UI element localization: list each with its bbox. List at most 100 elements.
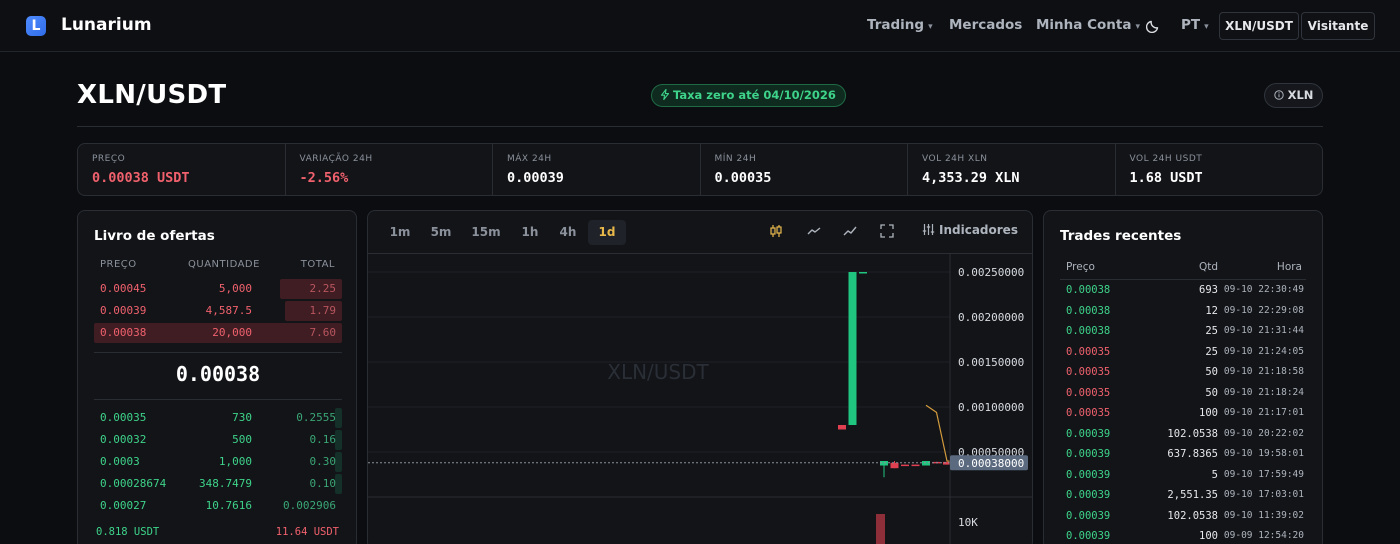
trade-qty: 12 — [1205, 304, 1218, 317]
trade-price: 0.00035 — [1066, 407, 1111, 419]
timeframe-4h[interactable]: 4h — [550, 220, 586, 245]
trade-time: 09-10 21:17:01 — [1223, 407, 1304, 418]
orderbook-row-bid[interactable]: 0.00035 730 0.2555 — [94, 408, 342, 428]
orderbook-qty: 10.7616 — [205, 499, 252, 512]
trade-price: 0.00035 — [1066, 345, 1111, 358]
price-chart[interactable]: XLN/USDT 0.002500000.002000000.001500000… — [368, 254, 1032, 544]
chart-panel: 1m 5m 15m 1h 4h 1d Indicadores XLN/USDT — [367, 210, 1033, 544]
trade-time: 09-10 21:18:58 — [1223, 366, 1304, 377]
timeframe-1d[interactable]: 1d — [588, 220, 626, 245]
orderbook-total: 7.60 — [309, 326, 337, 339]
orderbook-price: 0.00027 — [100, 499, 147, 512]
orderbook-total: 0.002906 — [283, 499, 336, 512]
orderbook-bid-total: 0.818 USDT — [96, 526, 160, 538]
candle-body — [901, 464, 909, 467]
line-chart-icon[interactable] — [806, 223, 822, 239]
candle-body — [859, 272, 867, 274]
chart-canvas[interactable]: XLN/USDT 0.00250000 0.00200000 0.00150000 0… — [368, 253, 1032, 544]
chevron-down-icon: ▾ — [1204, 22, 1209, 32]
trade-row: 0.00038 25 09-10 21:31:44 — [1060, 322, 1306, 342]
orderbook-row-bid[interactable]: 0.00028674 348.7479 0.10 — [94, 474, 342, 494]
timeframe-1m[interactable]: 1m — [382, 220, 418, 245]
orderbook-divider — [94, 399, 342, 400]
orderbook-divider — [94, 352, 342, 353]
asset-info-label: XLN — [1287, 88, 1314, 102]
trade-price: 0.00039 — [1066, 530, 1111, 542]
orderbook-total: 0.30 — [309, 455, 337, 468]
current-price-tag-label: 0.00038000 — [958, 457, 1024, 470]
trade-qty: 50 — [1205, 386, 1218, 399]
price-axis-tick: 0.00100000 — [958, 401, 1024, 414]
timeframe-15m[interactable]: 15m — [464, 220, 508, 245]
orderbook-row-bid[interactable]: 0.00027 10.7616 0.002906 — [94, 496, 342, 516]
stat-value: 1.68 USDT — [1129, 170, 1203, 186]
trade-qty: 100 — [1199, 407, 1218, 419]
candle-body — [911, 464, 920, 467]
orderbook-row-ask[interactable]: 0.00039 4,587.5 1.79 — [94, 301, 342, 321]
orderbook-row-ask[interactable]: 0.00038 20,000 7.60 — [94, 323, 342, 343]
trade-qty: 100 — [1199, 530, 1218, 542]
orderbook-ask-total: 11.64 USDT — [275, 526, 339, 538]
asset-info-button[interactable]: XLN — [1264, 83, 1323, 108]
orderbook-header-total: TOTAL — [300, 259, 335, 270]
chart-candles — [838, 272, 962, 478]
trade-time: 09-09 12:54:20 — [1223, 530, 1304, 541]
market-stats: PREÇO 0.00038 USDT VARIAÇÃO 24H -2.56% M… — [77, 143, 1323, 196]
trades-header-time: Hora — [1276, 261, 1302, 273]
logo-icon[interactable]: L — [26, 16, 46, 36]
trade-qty: 2,551.35 — [1167, 489, 1218, 501]
brand-name[interactable]: Lunarium — [61, 15, 152, 35]
volume-bar — [876, 514, 885, 544]
orderbook-price: 0.00032 — [100, 433, 147, 446]
nav-minha-conta[interactable]: Minha Conta ▾ — [1036, 17, 1140, 33]
timeframe-1h[interactable]: 1h — [512, 220, 548, 245]
orderbook-title: Livro de ofertas — [94, 228, 215, 244]
trade-price: 0.00038 — [1066, 325, 1111, 337]
fee-badge-text: Taxa zero até 04/10/2026 — [673, 88, 836, 102]
chart-watermark: XLN/USDT — [607, 360, 709, 384]
nav-mercados-label: Mercados — [949, 17, 1023, 33]
price-axis-tick: 0.00250000 — [958, 266, 1024, 279]
trade-time: 09-10 22:29:08 — [1223, 304, 1304, 316]
orderbook-row-bid[interactable]: 0.0003 1,000 0.30 — [94, 452, 342, 472]
trades-panel: Trades recentes Preço Qtd Hora 0.00038 69… — [1043, 210, 1323, 544]
stat-value: 0.00039 — [507, 170, 564, 186]
trade-row: 0.00039 2,551.35 09-10 17:03:01 — [1060, 486, 1306, 506]
orderbook-total: 0.10 — [309, 477, 337, 490]
trade-price: 0.00038 — [1066, 304, 1111, 317]
orderbook-row-bid[interactable]: 0.00032 500 0.16 — [94, 430, 342, 450]
trade-time: 09-10 17:59:49 — [1223, 468, 1304, 480]
nav-language[interactable]: PT ▾ — [1181, 17, 1209, 33]
nav-mercados[interactable]: Mercados — [949, 17, 1022, 33]
stat-label: VOL 24H USDT — [1129, 154, 1203, 164]
stat-volume-quote: VOL 24H USDT 1.68 USDT — [1116, 144, 1323, 195]
candlestick-icon[interactable] — [768, 223, 784, 239]
nav-language-label: PT — [1181, 17, 1201, 33]
info-icon — [1273, 90, 1284, 100]
pair-button[interactable]: XLN/USDT — [1219, 12, 1299, 40]
trade-time: 09-10 21:31:44 — [1223, 325, 1304, 336]
trade-qty: 25 — [1205, 345, 1218, 358]
orderbook-panel: Livro de ofertas PREÇO QUANTIDADE TOTAL … — [77, 210, 357, 544]
indicators-button[interactable]: Indicadores — [922, 223, 1018, 237]
trade-time: 09-10 19:58:01 — [1223, 448, 1304, 459]
area-chart-icon[interactable] — [842, 223, 858, 239]
lightning-icon — [660, 88, 670, 101]
nav-trading[interactable]: Trading ▾ — [867, 17, 933, 33]
orderbook-row-ask[interactable]: 0.00045 5,000 2.25 — [94, 279, 342, 299]
timeframe-5m[interactable]: 5m — [422, 220, 460, 245]
orderbook-qty: 4,587.5 — [205, 304, 252, 317]
stat-price: PREÇO 0.00038 USDT — [78, 144, 286, 195]
user-button[interactable]: Visitante — [1301, 12, 1375, 40]
trade-price: 0.00039 — [1066, 427, 1111, 440]
stat-value: 0.00038 USDT — [92, 170, 190, 186]
fullscreen-icon[interactable] — [879, 223, 895, 239]
stat-high: MÁX 24H 0.00039 — [493, 144, 701, 195]
stat-value: 0.00035 — [714, 170, 772, 186]
trade-price: 0.00039 — [1066, 509, 1111, 522]
moon-icon[interactable] — [1146, 17, 1162, 33]
trade-price: 0.00038 — [1066, 284, 1111, 296]
orderbook-header-qty: QUANTIDADE — [188, 259, 260, 270]
orderbook-qty: 730 — [232, 411, 252, 424]
trades-title: Trades recentes — [1060, 228, 1182, 244]
